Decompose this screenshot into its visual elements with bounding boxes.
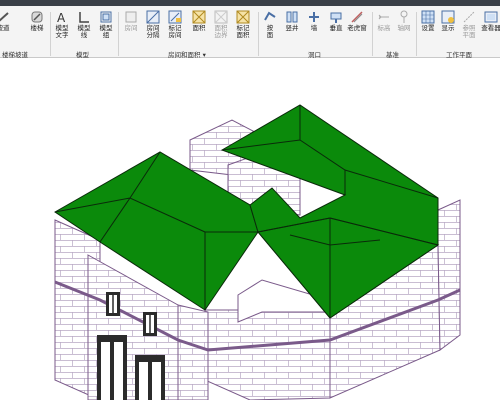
tag-room-button[interactable]: 标记 房间 (164, 10, 186, 39)
show-icon (441, 10, 455, 24)
level-icon (378, 14, 389, 20)
ref-plane-icon (463, 11, 475, 23)
shaft-icon (286, 11, 298, 23)
model-line-icon (79, 12, 89, 23)
room-separator-icon (146, 10, 160, 24)
area-boundary-button[interactable]: 面积 边界 (210, 10, 232, 39)
model-group-icon (100, 11, 112, 23)
vertical-opening-button[interactable]: 垂直 (326, 10, 346, 32)
set-icon (421, 10, 435, 24)
ref-plane-button[interactable]: 参照 平面 (458, 10, 480, 39)
building-3d-model (54, 104, 461, 400)
show-workplane-button[interactable]: 显示 (438, 10, 458, 32)
model-text-button[interactable]: A 模型 文字 (52, 10, 72, 39)
ramp-button[interactable]: 坡道 (0, 10, 12, 32)
room-separator-button[interactable]: 房间 分隔 (142, 10, 164, 39)
grid-button[interactable]: 轴网 (394, 10, 414, 32)
door (97, 335, 127, 400)
ribbon-toolbar: 坡道 楼梯 A 模型 文字 模型 线 模型 组 房间 房间 分隔 标记 房间 面… (0, 6, 500, 59)
vertical-icon (330, 12, 342, 23)
model-text-icon: A (57, 11, 66, 24)
separator (372, 12, 373, 56)
separator (416, 12, 417, 56)
level-button[interactable]: 标高 (374, 10, 394, 32)
shaft-button[interactable]: 竖井 (282, 10, 302, 32)
stair-icon (31, 11, 43, 23)
model-group-button[interactable]: 模型 组 (96, 10, 116, 39)
right-side-wall (437, 199, 461, 351)
grid-icon (400, 10, 408, 23)
3d-view-canvas[interactable] (0, 58, 500, 400)
tag-area-button[interactable]: 标记 面积 (232, 10, 254, 39)
area-button[interactable]: 面积 (188, 10, 210, 32)
separator (118, 12, 119, 56)
separator (50, 12, 51, 56)
front-wall-right (177, 304, 209, 400)
door (135, 355, 165, 400)
separator (258, 12, 259, 56)
stair-button[interactable]: 楼梯 (28, 10, 46, 32)
ramp-icon (0, 12, 9, 22)
window (106, 292, 120, 316)
viewer-button[interactable]: 查看器 (480, 10, 500, 32)
room-icon (125, 11, 137, 23)
wall-opening-button[interactable]: 墙 (304, 10, 324, 32)
room-button[interactable]: 房间 (120, 10, 142, 32)
tag-room-icon (168, 10, 182, 24)
model-line-button[interactable]: 模型 线 (74, 10, 94, 39)
window (143, 312, 157, 336)
area-icon (192, 10, 206, 24)
viewer-icon (484, 11, 498, 23)
by-face-icon (264, 11, 276, 21)
area-boundary-icon (214, 10, 228, 24)
middle-wall (204, 309, 331, 400)
dormer-button[interactable]: 老虎窗 (344, 10, 370, 32)
tag-area-icon (236, 10, 250, 24)
set-workplane-button[interactable]: 设置 (418, 10, 438, 32)
svg-text:A: A (57, 11, 66, 24)
dormer-icon (351, 11, 363, 23)
by-face-button[interactable]: 按 面 (260, 10, 280, 39)
wall-opening-icon (309, 12, 319, 22)
